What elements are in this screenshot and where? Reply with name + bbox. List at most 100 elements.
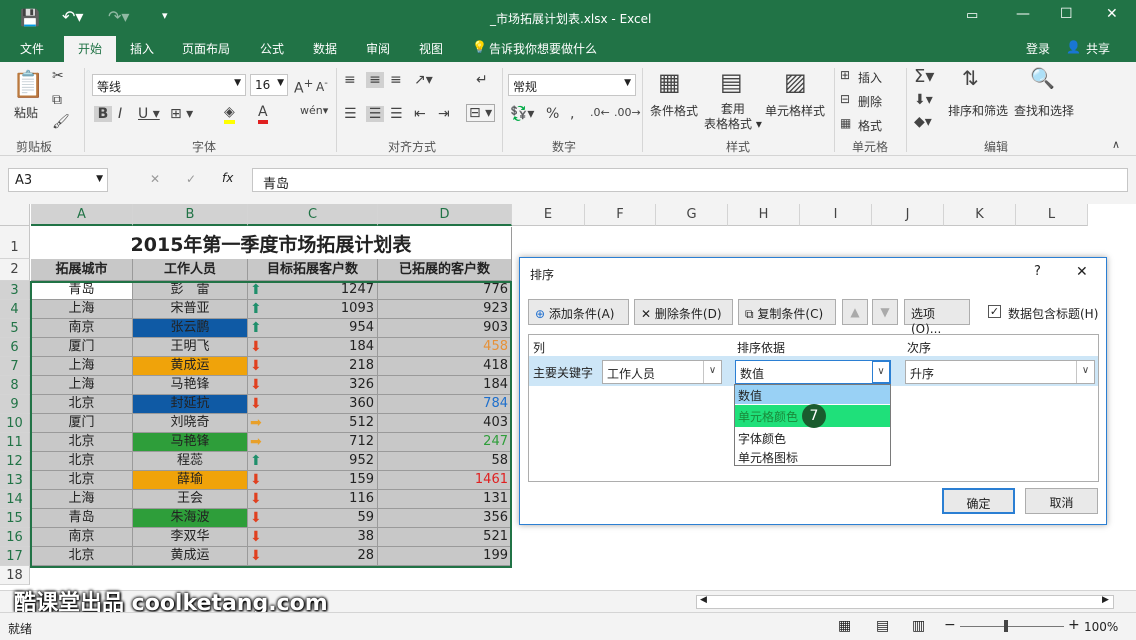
table-cell-target[interactable]: ⬇ 184 xyxy=(248,338,378,357)
minimize-icon[interactable]: — xyxy=(1016,6,1030,22)
cancel-button[interactable]: 取消 xyxy=(1025,488,1098,514)
page-break-view-icon[interactable]: ▥ xyxy=(912,618,925,634)
tab-insert[interactable]: 插入 xyxy=(130,40,154,57)
conditional-format-icon[interactable]: ▦ xyxy=(658,68,681,96)
table-cell-target[interactable]: ⬇ 59 xyxy=(248,509,378,528)
column-header-l[interactable]: L xyxy=(1016,204,1088,226)
table-cell-person[interactable]: 马艳锋 xyxy=(133,376,248,395)
row-header[interactable]: 17 xyxy=(0,547,30,566)
tab-view[interactable]: 视图 xyxy=(419,40,443,57)
percent-icon[interactable]: % xyxy=(546,106,559,122)
tab-page-layout[interactable]: 页面布局 xyxy=(182,40,230,57)
table-cell-city[interactable]: 北京 xyxy=(31,547,133,566)
table-cell-person[interactable]: 张云鹏 xyxy=(133,319,248,338)
undo-icon[interactable]: ↶▾ xyxy=(62,7,83,26)
ok-button[interactable]: 确定 xyxy=(942,488,1015,514)
delete-level-button[interactable]: ✕ 删除条件(D) xyxy=(634,299,733,325)
table-cell-city[interactable]: 上海 xyxy=(31,300,133,319)
cell-styles-icon[interactable]: ▨ xyxy=(784,68,807,96)
scroll-left-icon[interactable]: ◀ xyxy=(700,595,707,605)
table-cell-target[interactable]: ➡ 712 xyxy=(248,433,378,452)
options-button[interactable]: 选项(O)... xyxy=(904,299,970,336)
tab-home[interactable]: 开始 xyxy=(64,36,117,62)
row-header[interactable]: 2 xyxy=(0,259,30,281)
tell-me-box[interactable]: 告诉我你想要做什么 xyxy=(489,40,597,57)
table-header[interactable]: 已拓展的客户数 xyxy=(378,259,512,281)
decrease-indent-icon[interactable]: ⇤ xyxy=(414,106,426,122)
table-cell-done[interactable]: 356 xyxy=(378,509,512,528)
ribbon-display-icon[interactable]: ▭ xyxy=(966,8,978,23)
column-header-j[interactable]: J xyxy=(872,204,944,226)
scroll-right-icon[interactable]: ▶ xyxy=(1102,595,1109,605)
table-cell-target[interactable]: ⬆ 952 xyxy=(248,452,378,471)
row-header[interactable]: 13 xyxy=(0,471,30,490)
table-cell-target[interactable]: ⬇ 28 xyxy=(248,547,378,566)
increase-decimal-icon[interactable]: .0← xyxy=(590,106,610,119)
table-cell-done[interactable]: 247 xyxy=(378,433,512,452)
table-cell-city[interactable]: 北京 xyxy=(31,433,133,452)
move-down-button[interactable]: ▼ xyxy=(872,299,898,325)
column-header-d[interactable]: D xyxy=(378,204,512,226)
number-format-select[interactable]: 常规 ▼ xyxy=(508,74,636,96)
table-cell-person[interactable]: 李双华 xyxy=(133,528,248,547)
table-cell-person[interactable]: 宋普亚 xyxy=(133,300,248,319)
table-cell-person[interactable]: 朱海波 xyxy=(133,509,248,528)
table-cell-done[interactable]: 521 xyxy=(378,528,512,547)
table-cell-city[interactable]: 青岛 xyxy=(31,281,133,300)
format-painter-icon[interactable]: 🖌 xyxy=(52,114,70,130)
decrease-font-icon[interactable]: A- xyxy=(316,78,328,94)
table-cell-target[interactable]: ⬇ 326 xyxy=(248,376,378,395)
align-top-icon[interactable]: ≡ xyxy=(344,72,356,88)
clear-icon[interactable]: ◆▾ xyxy=(914,114,932,130)
insert-cells-icon[interactable]: ⊞ xyxy=(840,68,850,82)
fill-color-icon[interactable]: ◈ xyxy=(224,104,235,124)
row-header[interactable]: 5 xyxy=(0,319,30,338)
header-checkbox[interactable]: ✓ xyxy=(988,305,1001,318)
column-header-e[interactable]: E xyxy=(512,204,585,226)
table-cell-target[interactable]: ⬇ 116 xyxy=(248,490,378,509)
dialog-close-button[interactable]: ✕ xyxy=(1076,264,1088,280)
table-cell-done[interactable]: 184 xyxy=(378,376,512,395)
table-cell-done[interactable]: 784 xyxy=(378,395,512,414)
table-cell-city[interactable]: 上海 xyxy=(31,357,133,376)
zoom-out-icon[interactable]: − xyxy=(944,617,956,633)
format-as-table-button[interactable]: 套用 表格格式 ▾ xyxy=(704,102,762,132)
zoom-in-icon[interactable]: + xyxy=(1068,617,1080,633)
table-header[interactable]: 工作人员 xyxy=(133,259,248,281)
tab-formulas[interactable]: 公式 xyxy=(260,40,284,57)
dialog-help-button[interactable]: ? xyxy=(1034,264,1041,279)
row-header[interactable]: 12 xyxy=(0,452,30,471)
wrap-text-icon[interactable]: ↵ xyxy=(476,72,488,88)
align-middle-icon[interactable]: ≡ xyxy=(366,72,384,88)
row-header[interactable]: 9 xyxy=(0,395,30,414)
row-header[interactable]: 3 xyxy=(0,281,30,300)
table-cell-city[interactable]: 北京 xyxy=(31,471,133,490)
table-cell-target[interactable]: ⬆ 1093 xyxy=(248,300,378,319)
maximize-icon[interactable]: ☐ xyxy=(1060,6,1073,22)
find-select-icon[interactable]: 🔍 xyxy=(1030,66,1055,90)
autosum-icon[interactable]: Σ▾ xyxy=(914,66,934,87)
page-layout-view-icon[interactable]: ▤ xyxy=(876,618,889,634)
row-header[interactable]: 6 xyxy=(0,338,30,357)
font-color-icon[interactable]: A xyxy=(258,104,268,124)
borders-icon[interactable]: ⊞ ▾ xyxy=(170,106,193,122)
collapse-ribbon-icon[interactable]: ∧ xyxy=(1112,138,1120,151)
column-header-b[interactable]: B xyxy=(133,204,248,226)
horizontal-scrollbar[interactable] xyxy=(696,595,1114,609)
format-cells-icon[interactable]: ▦ xyxy=(840,116,851,130)
table-cell-done[interactable]: 131 xyxy=(378,490,512,509)
table-cell-target[interactable]: ⬇ 38 xyxy=(248,528,378,547)
tab-file[interactable]: 文件 xyxy=(20,40,44,57)
option-font-color[interactable]: 字体颜色 xyxy=(735,428,890,447)
row-header[interactable]: 8 xyxy=(0,376,30,395)
enter-formula-icon[interactable]: ✓ xyxy=(186,172,196,186)
table-cell-done[interactable]: 923 xyxy=(378,300,512,319)
row-header[interactable]: 16 xyxy=(0,528,30,547)
row-header[interactable]: 1 xyxy=(0,226,30,259)
table-cell-city[interactable]: 上海 xyxy=(31,376,133,395)
table-cell-person[interactable]: 王明飞 xyxy=(133,338,248,357)
table-cell-target[interactable]: ⬇ 159 xyxy=(248,471,378,490)
merge-center-icon[interactable]: ⊟ ▾ xyxy=(466,104,496,122)
column-header-a[interactable]: A xyxy=(31,204,133,226)
tab-data[interactable]: 数据 xyxy=(313,40,337,57)
